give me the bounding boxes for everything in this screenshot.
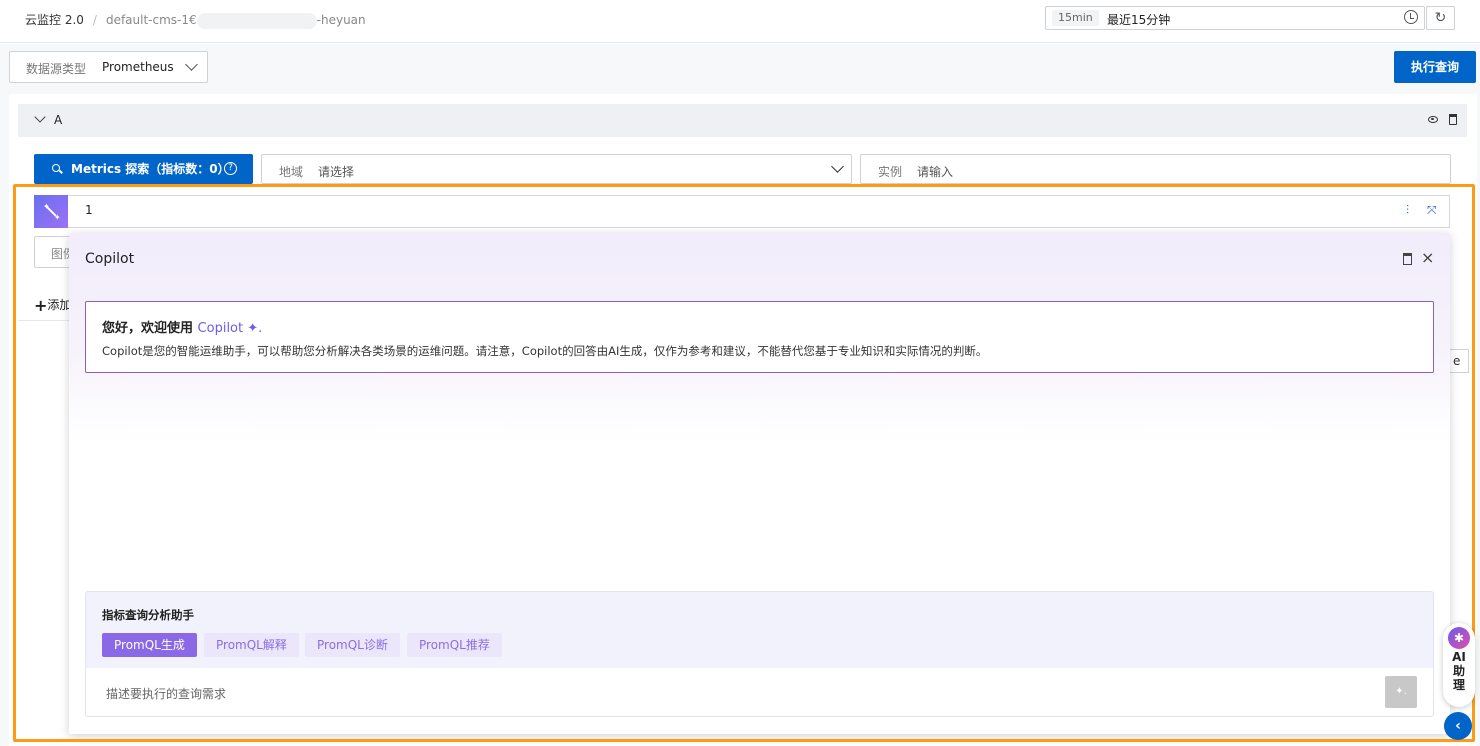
instance-placeholder: 请输入 <box>917 165 954 179</box>
run-query-button[interactable]: 执行查询 <box>1394 51 1476 83</box>
highlight-frame <box>13 184 1475 742</box>
ai-logo-icon: ✱ <box>1448 627 1470 649</box>
breadcrumb-separator: / <box>92 13 97 27</box>
chevron-down-icon <box>831 160 844 173</box>
breadcrumb-workspace[interactable]: default-cms-1€ -heyuan <box>105 12 366 29</box>
instance-label: 实例 <box>878 165 903 179</box>
time-range-tag: 15min <box>1052 10 1099 26</box>
help-icon[interactable]: ? <box>224 162 237 175</box>
clock-icon[interactable] <box>1404 10 1418 24</box>
chevron-down-icon <box>185 58 198 71</box>
metrics-explore-label: Metrics 探索（指标数：0） <box>71 162 230 176</box>
workspace-redacted <box>196 12 317 29</box>
region-select[interactable]: 地域 请选择 <box>261 154 852 184</box>
query-name: A <box>54 113 63 127</box>
collapse-chevron-icon[interactable] <box>34 111 46 123</box>
datasource-type-label: 数据源类型 <box>26 62 87 76</box>
ai-assistant-tab[interactable]: ✱ AI 助理 <box>1443 623 1475 707</box>
region-placeholder: 请选择 <box>318 165 355 179</box>
datasource-type-select[interactable]: 数据源类型 Prometheus <box>9 51 208 83</box>
workspace-suffix: -heyuan <box>316 13 366 27</box>
breadcrumb: 云监控 2.0 / default-cms-1€ -heyuan <box>25 11 366 29</box>
breadcrumb-product[interactable]: 云监控 2.0 <box>25 13 84 27</box>
trash-icon[interactable] <box>1449 114 1457 125</box>
ai-assistant-label: AI 助理 <box>1452 650 1466 692</box>
time-range-picker[interactable]: 15min 最近15分钟 <box>1045 6 1425 30</box>
chevron-left-icon[interactable]: ‹ <box>1444 712 1472 740</box>
eye-icon[interactable] <box>1428 116 1438 123</box>
metrics-explore-button[interactable]: Metrics 探索（指标数：0） ? <box>34 154 253 184</box>
datasource-type-value: Prometheus <box>102 60 174 74</box>
time-range-label: 最近15分钟 <box>1107 13 1171 27</box>
region-label: 地域 <box>279 165 304 179</box>
workspace-prefix: default-cms-1€ <box>105 13 197 27</box>
query-header[interactable]: A <box>18 104 1467 137</box>
search-icon <box>52 164 60 172</box>
refresh-button[interactable]: ↻ <box>1426 6 1455 30</box>
instance-input[interactable]: 实例 请输入 <box>860 154 1451 184</box>
